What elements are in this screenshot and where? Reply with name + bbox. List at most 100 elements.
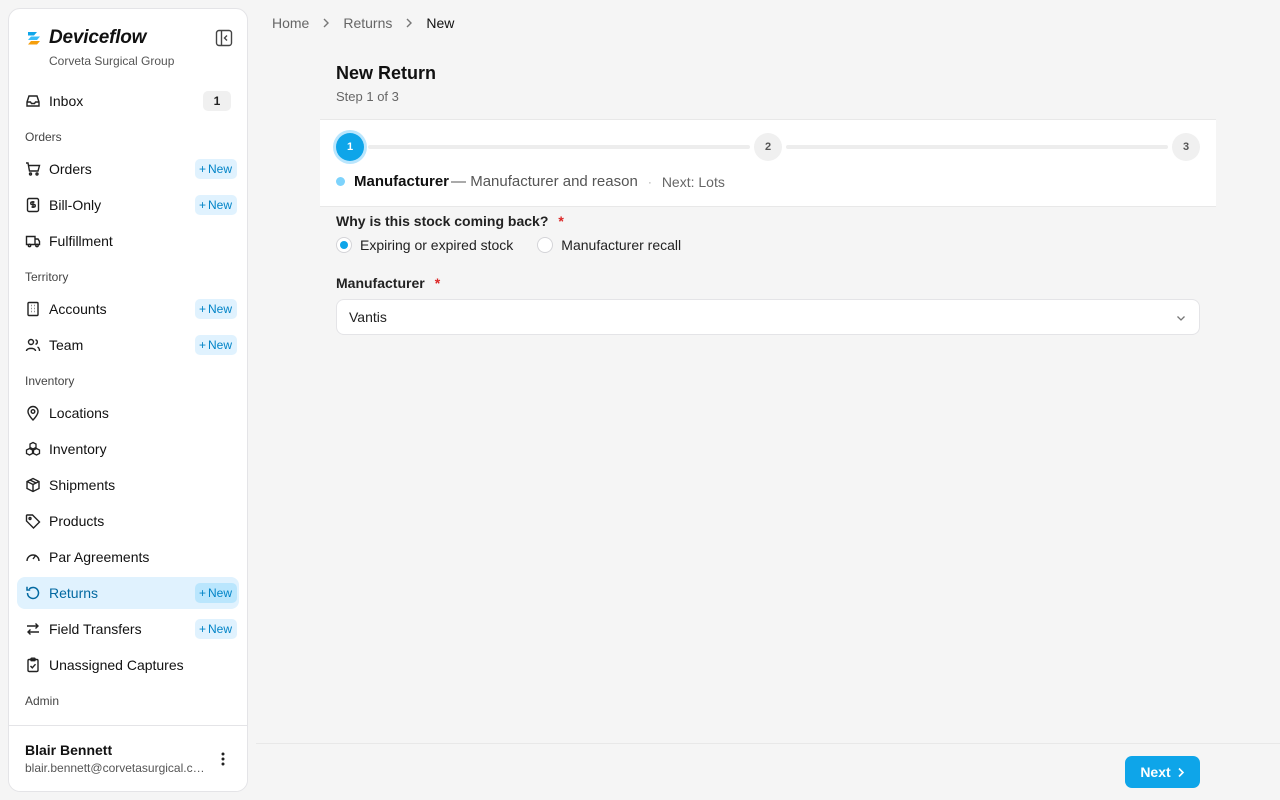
- new-return-button[interactable]: + New: [194, 583, 237, 603]
- collapse-sidebar-icon[interactable]: [215, 29, 233, 47]
- gauge-icon: [25, 549, 41, 565]
- new-label: New: [207, 198, 232, 212]
- sidebar-item-par-agreements[interactable]: Par Agreements: [17, 541, 239, 573]
- building-icon: [25, 301, 41, 317]
- map-pin-icon: [25, 405, 41, 421]
- breadcrumb: Home Returns New: [272, 15, 454, 31]
- sidebar-item-unassigned-captures[interactable]: Unassigned Captures: [17, 649, 239, 681]
- sidebar-item-bill-only[interactable]: Bill-Only + New: [17, 189, 239, 221]
- current-step-description: — Manufacturer and reason: [451, 173, 638, 190]
- new-label: New: [207, 302, 232, 316]
- step-connector: [368, 145, 750, 149]
- sidebar-item-locations[interactable]: Locations: [17, 397, 239, 429]
- sidebar-item-label: Bill-Only: [49, 197, 102, 213]
- chevron-right-icon: [405, 18, 413, 28]
- new-field-transfer-button[interactable]: + New: [194, 619, 237, 639]
- user-footer: Blair Bennett blair.bennett@corvetasurgi…: [9, 725, 247, 791]
- sidebar-item-label: Par Agreements: [49, 549, 150, 565]
- package-icon: [25, 477, 41, 493]
- section-label-orders: Orders: [25, 130, 62, 144]
- sidebar-item-label: Field Transfers: [49, 621, 142, 637]
- next-button-label: Next: [1140, 764, 1171, 780]
- sidebar-item-products[interactable]: Products: [17, 505, 239, 537]
- reason-radio-group: Expiring or expired stock Manufacturer r…: [336, 237, 681, 253]
- new-order-button[interactable]: + New: [194, 159, 237, 179]
- sidebar-item-label: Accounts: [49, 301, 107, 317]
- more-vertical-icon[interactable]: [215, 750, 231, 768]
- plus-icon: +: [198, 622, 206, 636]
- new-bill-only-button[interactable]: + New: [194, 195, 237, 215]
- reason-label-text: Why is this stock coming back?: [336, 213, 549, 229]
- reason-field-label: Why is this stock coming back? *: [336, 213, 564, 229]
- sidebar-item-label: Inventory: [49, 441, 107, 457]
- brand[interactable]: Deviceflow: [25, 27, 146, 49]
- page-subtitle: Step 1 of 3: [336, 89, 399, 104]
- plus-icon: +: [198, 586, 206, 600]
- sidebar-item-label: Orders: [49, 161, 92, 177]
- breadcrumb-current: New: [426, 15, 455, 31]
- organization-name: Corveta Surgical Group: [49, 54, 175, 68]
- new-label: New: [207, 586, 232, 600]
- sidebar-item-orders[interactable]: Orders + New: [17, 153, 239, 185]
- manufacturer-field-label: Manufacturer *: [336, 275, 440, 291]
- breadcrumb-home[interactable]: Home: [272, 15, 309, 31]
- manufacturer-label-text: Manufacturer: [336, 275, 425, 291]
- sidebar-item-accounts[interactable]: Accounts + New: [17, 293, 239, 325]
- next-step-hint: Next: Lots: [661, 173, 725, 190]
- step-3-indicator[interactable]: 3: [1172, 133, 1200, 161]
- stepper: 1 2 3 Manufacturer — Manufacturer and re…: [320, 119, 1216, 207]
- user-name: Blair Bennett: [25, 742, 113, 758]
- manufacturer-select[interactable]: Vantis: [336, 299, 1200, 335]
- sidebar-item-field-transfers[interactable]: Field Transfers + New: [17, 613, 239, 645]
- new-label: New: [207, 338, 232, 352]
- sidebar-item-label: Locations: [49, 405, 109, 421]
- sidebar-item-label: Returns: [49, 585, 99, 601]
- users-icon: [25, 337, 41, 353]
- sidebar-item-label: Inbox: [49, 93, 84, 109]
- new-label: New: [207, 162, 232, 176]
- sidebar-item-label: Products: [49, 513, 105, 529]
- sidebar-item-label: Team: [49, 337, 84, 353]
- next-button[interactable]: Next: [1125, 756, 1200, 788]
- truck-icon: [25, 233, 41, 249]
- inbox-count-badge: 1: [203, 91, 231, 111]
- required-marker: *: [558, 213, 564, 229]
- deviceflow-logo-icon: [25, 29, 43, 47]
- breadcrumb-returns[interactable]: Returns: [343, 15, 392, 31]
- sidebar: Deviceflow Corveta Surgical Group Inbox …: [8, 8, 248, 792]
- sidebar-item-returns[interactable]: Returns + New: [17, 577, 239, 609]
- sidebar-item-inbox[interactable]: Inbox 1: [17, 85, 239, 117]
- plus-icon: +: [198, 198, 206, 212]
- plus-icon: +: [198, 302, 206, 316]
- new-account-button[interactable]: + New: [194, 299, 237, 319]
- receipt-dollar-icon: [25, 197, 41, 213]
- radio-manufacturer-recall[interactable]: [537, 237, 554, 253]
- radio-label-expiring-stock[interactable]: Expiring or expired stock: [360, 237, 513, 253]
- sidebar-item-inventory[interactable]: Inventory: [17, 433, 239, 465]
- sidebar-item-label: Fulfillment: [49, 233, 113, 249]
- tag-icon: [25, 513, 41, 529]
- sidebar-item-shipments[interactable]: Shipments: [17, 469, 239, 501]
- required-marker: *: [434, 275, 441, 291]
- step-2-indicator[interactable]: 2: [754, 133, 782, 161]
- plus-icon: +: [198, 338, 206, 352]
- current-step-dot: [336, 177, 345, 186]
- sidebar-item-fulfillment[interactable]: Fulfillment: [17, 225, 239, 257]
- sidebar-item-team[interactable]: Team + New: [17, 329, 239, 361]
- manufacturer-select-value: Vantis: [349, 309, 387, 325]
- section-label-admin: Admin: [25, 694, 60, 708]
- chevron-right-icon: [1177, 767, 1185, 778]
- new-team-member-button[interactable]: + New: [194, 335, 237, 355]
- new-label: New: [207, 622, 232, 636]
- current-step-name: Manufacturer: [354, 173, 450, 190]
- radio-label-manufacturer-recall[interactable]: Manufacturer recall: [561, 237, 681, 253]
- radio-expiring-stock[interactable]: [336, 237, 352, 253]
- section-label-inventory: Inventory: [25, 374, 75, 388]
- user-email: blair.bennett@corvetasurgical.com: [25, 761, 209, 775]
- boxes-icon: [25, 441, 41, 457]
- inbox-icon: [25, 93, 41, 109]
- cart-icon: [25, 161, 41, 177]
- arrows-left-right-icon: [25, 621, 41, 637]
- step-1-indicator: 1: [336, 133, 364, 161]
- chevron-right-icon: [322, 18, 330, 28]
